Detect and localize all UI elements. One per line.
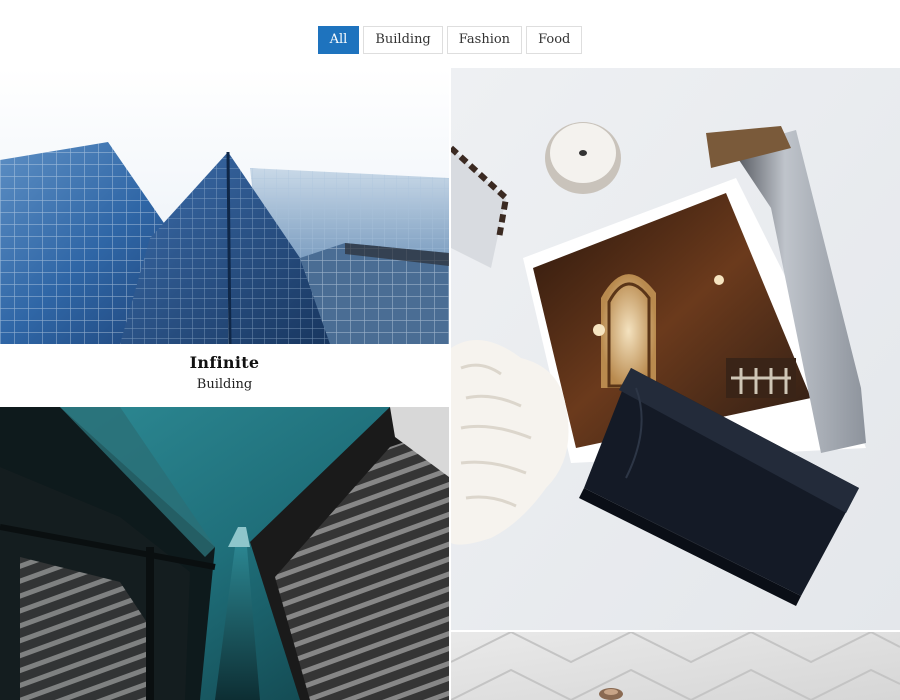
architecture-image bbox=[0, 407, 449, 700]
filter-bar: All Building Fashion Food bbox=[0, 26, 900, 54]
gallery-item-title[interactable]: Infinite bbox=[0, 353, 449, 372]
gallery-item-skyscraper[interactable] bbox=[0, 68, 449, 344]
gallery-item-fashion-flatlay[interactable] bbox=[451, 68, 900, 630]
gallery-item-quilt[interactable] bbox=[451, 632, 900, 700]
gallery-item-architecture[interactable] bbox=[0, 407, 449, 700]
filter-building-button[interactable]: Building bbox=[363, 26, 443, 54]
gallery-item-category[interactable]: Building bbox=[0, 377, 449, 392]
gallery-item-caption: Infinite Building bbox=[0, 344, 449, 407]
skyscraper-image bbox=[0, 68, 449, 344]
quilt-image bbox=[451, 632, 900, 700]
fashion-flatlay-image bbox=[451, 68, 900, 630]
portfolio-page: All Building Fashion Food Infinite Build… bbox=[0, 0, 900, 700]
filter-food-button[interactable]: Food bbox=[526, 26, 583, 54]
filter-all-button[interactable]: All bbox=[317, 26, 360, 54]
filter-fashion-button[interactable]: Fashion bbox=[446, 26, 523, 54]
